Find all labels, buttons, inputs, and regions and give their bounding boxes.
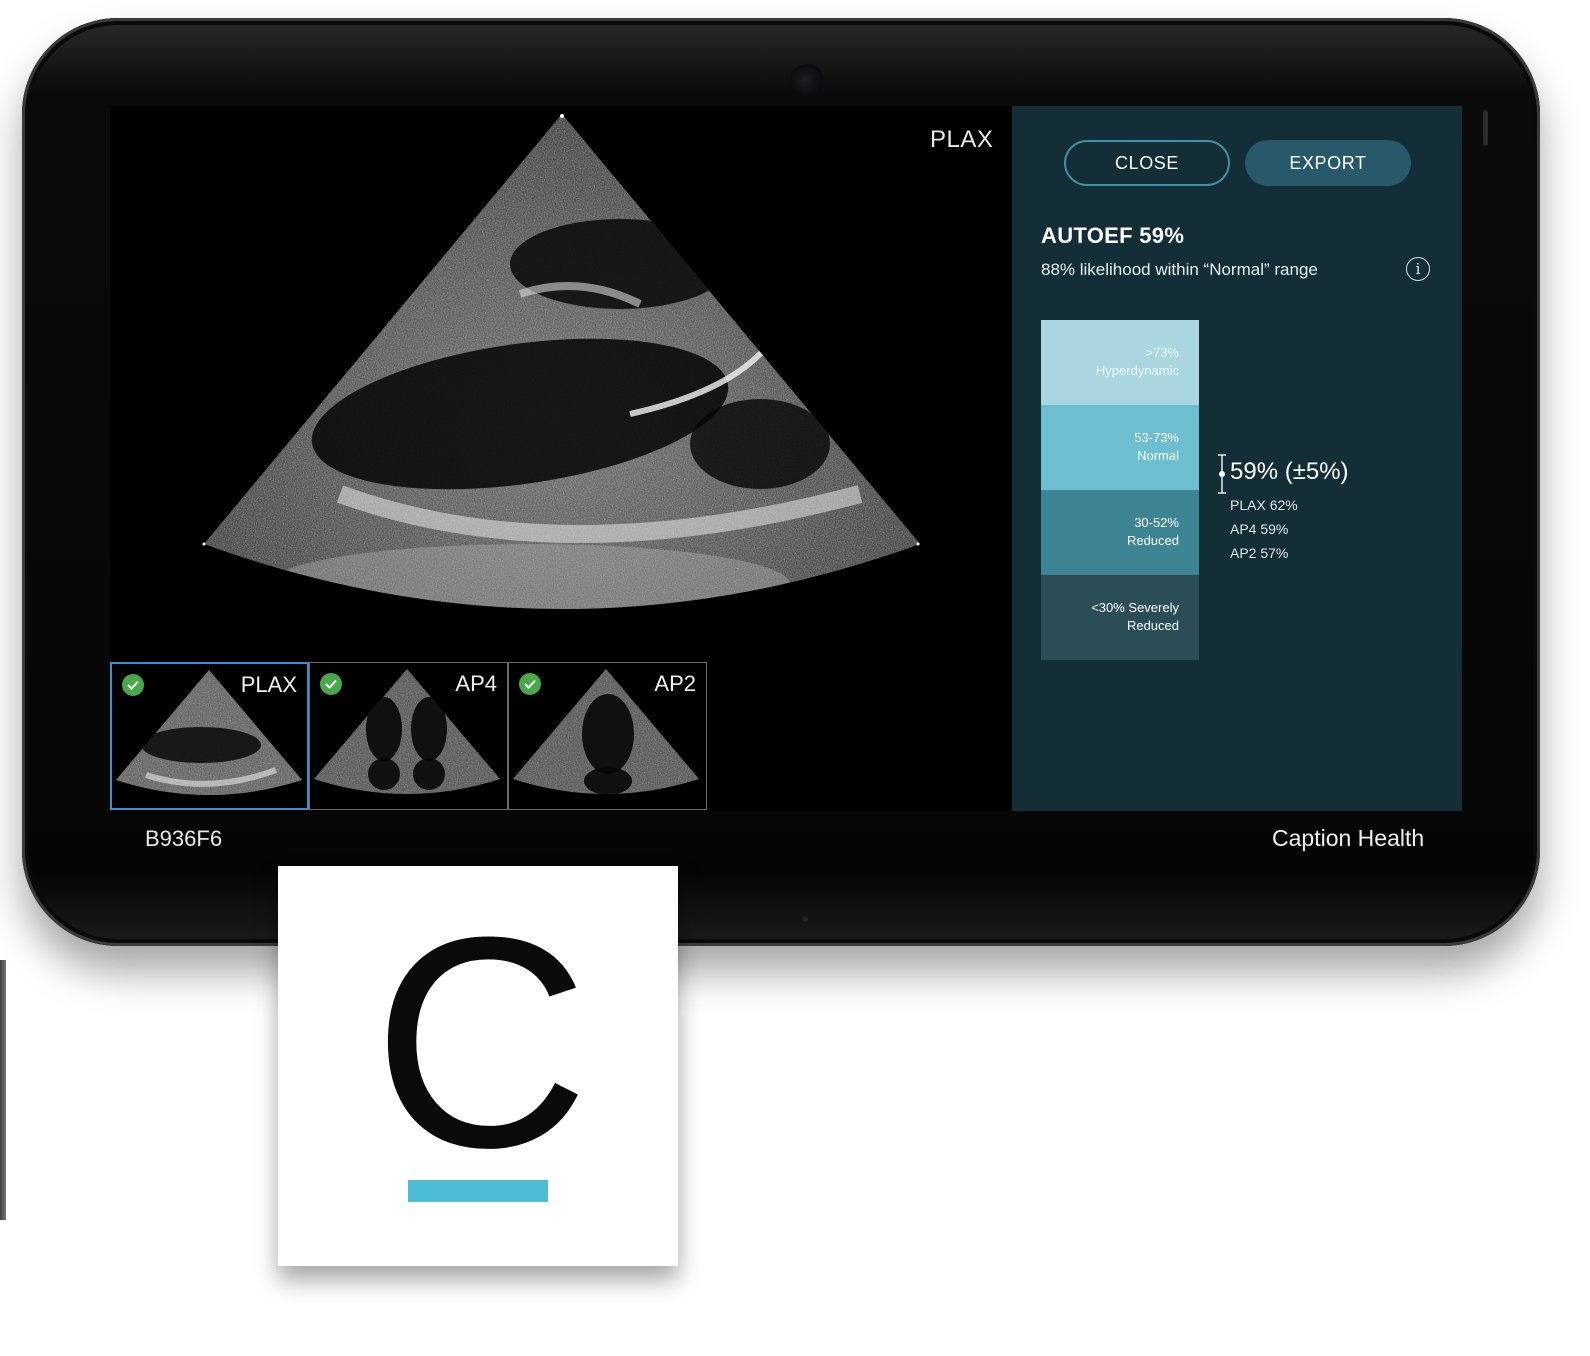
thumbnail-label: AP4 — [455, 671, 497, 696]
caption-health-logo: C — [278, 866, 678, 1266]
info-icon[interactable]: i — [1406, 257, 1430, 281]
logo-accent-bar — [408, 1180, 548, 1202]
scale-segment-reduced: 30-52% Reduced — [1041, 490, 1199, 575]
autoef-likelihood: 88% likelihood within “Normal” range — [1041, 260, 1318, 279]
logo-letter: C — [372, 874, 590, 1210]
side-sensor — [1483, 110, 1488, 146]
close-button[interactable]: CLOSE — [1064, 140, 1230, 186]
ef-range-scale: >73% Hyperdynamic 53-73% Normal 30-52% R… — [1041, 320, 1199, 660]
scale-segment-severely-reduced: <30% Severely Reduced — [1041, 575, 1199, 660]
view-estimate-ap2: AP2 57% — [1230, 545, 1289, 561]
camera-icon — [790, 64, 824, 98]
estimate-marker-icon — [1218, 454, 1226, 494]
patient-id: B936F6 — [145, 826, 223, 851]
scale-segment-hyperdynamic: >73% Hyperdynamic — [1041, 320, 1199, 405]
current-view-label: PLAX — [930, 126, 994, 153]
ultrasound-image — [202, 114, 920, 609]
thumbnail-plax[interactable]: PLAX — [110, 662, 309, 810]
export-button[interactable]: EXPORT — [1245, 140, 1411, 186]
check-icon — [320, 673, 342, 695]
thumbnail-ap4[interactable]: AP4 — [309, 662, 508, 810]
view-estimate-plax: PLAX 62% — [1230, 497, 1298, 513]
check-icon — [519, 673, 541, 695]
thumbnail-label: AP2 — [654, 671, 696, 696]
thumbnail-ap2[interactable]: AP2 — [508, 662, 707, 810]
scale-segment-normal: 53-73% Normal — [1041, 405, 1199, 490]
bottom-dot — [802, 916, 808, 922]
view-estimate-ap4: AP4 59% — [1230, 521, 1289, 537]
background-edge — [0, 960, 6, 1220]
brand-name: Caption Health — [1272, 825, 1425, 851]
check-icon — [122, 674, 144, 696]
view-thumbnails: PLAX AP4 AP2 — [110, 662, 707, 810]
echo-image-viewer[interactable] — [200, 114, 920, 674]
ef-estimate: 59% (±5%) — [1230, 458, 1349, 485]
thumbnail-label: PLAX — [240, 672, 297, 697]
autoef-results-panel: CLOSE EXPORT AUTOEF 59% 88% likelihood w… — [1012, 106, 1462, 811]
app-screen: PLAX PLAX AP4 AP2 CLOSE EXPORT AUTOEF 59… — [110, 106, 1462, 811]
autoef-title: AUTOEF 59% — [1041, 223, 1185, 248]
